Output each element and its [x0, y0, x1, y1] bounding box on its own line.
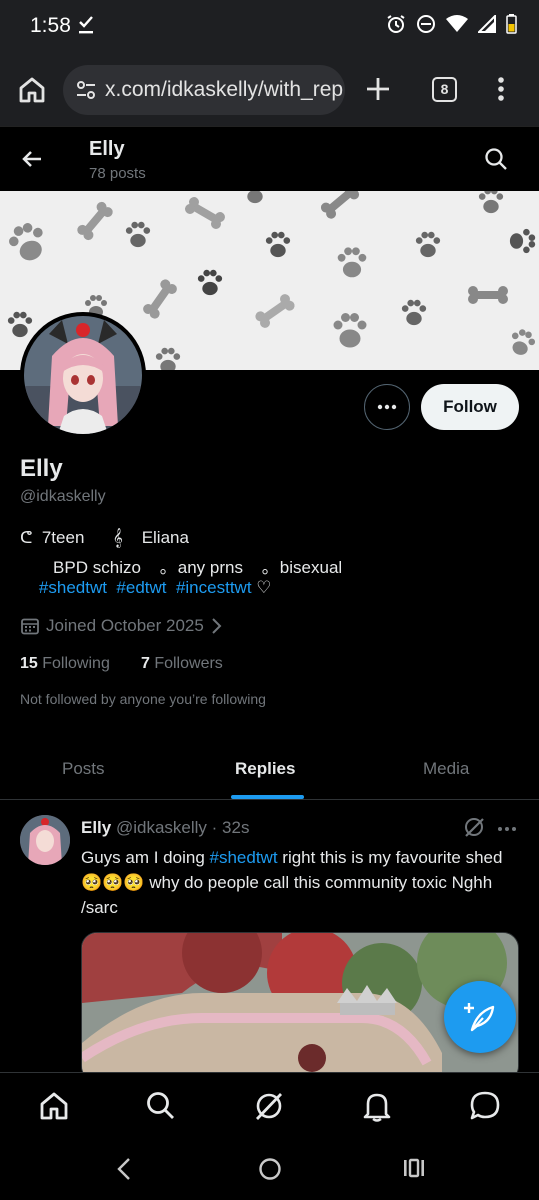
following-label: Following — [42, 655, 110, 672]
more-dots-icon — [377, 404, 397, 410]
tab-media[interactable]: Media — [423, 759, 469, 779]
more-options-button[interactable] — [364, 384, 410, 430]
bio-line-2: BPD schizo ｡ any prns ｡ bisexual — [20, 558, 343, 577]
followers-label: Followers — [154, 655, 223, 672]
tweet-hashtag[interactable]: #shedtwt — [210, 848, 278, 867]
system-nav-bar — [0, 1138, 539, 1200]
site-settings-icon[interactable] — [75, 79, 97, 101]
status-bar: 1:58 — [0, 0, 539, 52]
active-tab-indicator — [231, 795, 304, 799]
home-icon[interactable] — [38, 1090, 70, 1122]
download-done-icon — [79, 16, 93, 34]
search-icon[interactable] — [145, 1090, 177, 1122]
browser-toolbar: x.com/idkaskelly/with_rep 8 — [0, 52, 539, 126]
header-post-count: 78 posts — [89, 165, 146, 182]
following-link[interactable]: 15 Following — [20, 655, 110, 672]
profile-avatar[interactable] — [20, 312, 146, 438]
bio-line-3: #shedtwt #edtwt #incesttwt ♡ — [20, 578, 272, 598]
follow-counts: 15 Following 7 Followers — [20, 655, 223, 673]
tweet-avatar-image — [20, 815, 70, 865]
joined-date[interactable]: Joined October 2025 — [20, 616, 222, 636]
tweet-text-start: Guys am I doing — [81, 848, 210, 867]
bio-hashtag[interactable]: #edtwt — [116, 578, 166, 597]
status-icons — [386, 14, 517, 34]
profile-tabs: Posts Replies Media — [0, 737, 539, 800]
notifications-bell-icon[interactable] — [361, 1090, 393, 1122]
profile-name: Elly — [20, 455, 63, 482]
system-back-icon[interactable] — [116, 1157, 132, 1181]
dnd-icon — [417, 15, 435, 33]
compose-post-button[interactable] — [444, 981, 516, 1053]
search-icon[interactable] — [484, 147, 508, 171]
following-count: 15 — [20, 655, 38, 672]
tweet-author-name[interactable]: Elly — [81, 818, 111, 837]
tweet-text: Guys am I doing #shedtwt right this is m… — [81, 845, 521, 920]
status-time: 1:58 — [30, 14, 71, 37]
browser-menu-icon[interactable] — [497, 76, 505, 102]
chevron-right-icon — [212, 618, 222, 634]
follow-button[interactable]: Follow — [421, 384, 519, 430]
bio-heart: ♡ — [256, 578, 272, 597]
profile-top-bar: Elly 78 posts — [0, 126, 539, 191]
alarm-icon — [387, 15, 405, 33]
bio-line-1: ᕦ 7teen 𝄞 Eliana — [20, 528, 189, 548]
header-name: Elly — [89, 138, 125, 160]
wifi-icon — [446, 15, 468, 32]
messages-icon[interactable] — [469, 1090, 501, 1122]
battery-icon — [506, 14, 517, 34]
tweet-more-icon[interactable] — [497, 826, 517, 832]
tweet-handle-time: @idkaskelly · 32s — [115, 818, 250, 837]
system-recents-icon[interactable] — [403, 1157, 425, 1179]
compose-feather-icon — [464, 1003, 495, 1032]
grok-icon[interactable] — [253, 1090, 285, 1122]
tab-replies[interactable]: Replies — [235, 759, 295, 779]
calendar-icon — [21, 618, 39, 635]
bottom-nav — [0, 1072, 539, 1138]
bio-name: 𝄞 Eliana — [112, 528, 189, 547]
tweet-header: Elly @idkaskelly · 32s — [81, 818, 249, 838]
grok-icon[interactable] — [463, 816, 485, 838]
url-text: x.com/idkaskelly/with_rep — [105, 78, 344, 101]
new-tab-icon[interactable] — [365, 76, 391, 102]
bio-hashtag[interactable]: #shedtwt — [39, 578, 107, 597]
not-followed-notice: Not followed by anyone you’re following — [20, 691, 266, 707]
back-arrow-icon[interactable] — [20, 147, 44, 171]
joined-text: Joined October 2025 — [46, 616, 204, 635]
followers-count: 7 — [140, 655, 150, 672]
browser-home-icon[interactable] — [16, 74, 48, 106]
url-bar[interactable]: x.com/idkaskelly/with_rep — [63, 65, 345, 115]
followers-link[interactable]: 7 Followers — [141, 655, 223, 672]
tab-switcher-button[interactable]: 8 — [432, 77, 457, 102]
bio-hashtag[interactable]: #incesttwt — [176, 578, 252, 597]
system-home-icon[interactable] — [258, 1157, 282, 1181]
signal-icon — [478, 15, 496, 33]
avatar-image — [24, 316, 142, 434]
tweet-avatar[interactable] — [20, 815, 70, 865]
tab-posts[interactable]: Posts — [62, 759, 105, 779]
profile-handle: @idkaskelly — [20, 488, 106, 505]
bio-age: ᕦ 7teen — [20, 528, 85, 547]
